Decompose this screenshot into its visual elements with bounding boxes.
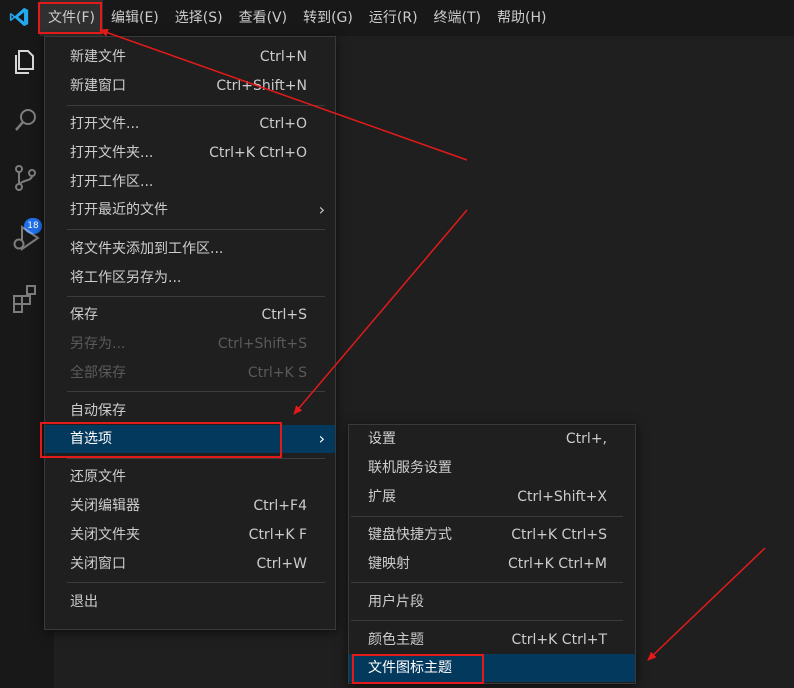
annotation-arrow-3 [647,547,766,661]
annotation-arrow-2 [293,209,468,415]
annotation-arrows [99,28,766,661]
annotation-arrow-1 [99,28,468,161]
